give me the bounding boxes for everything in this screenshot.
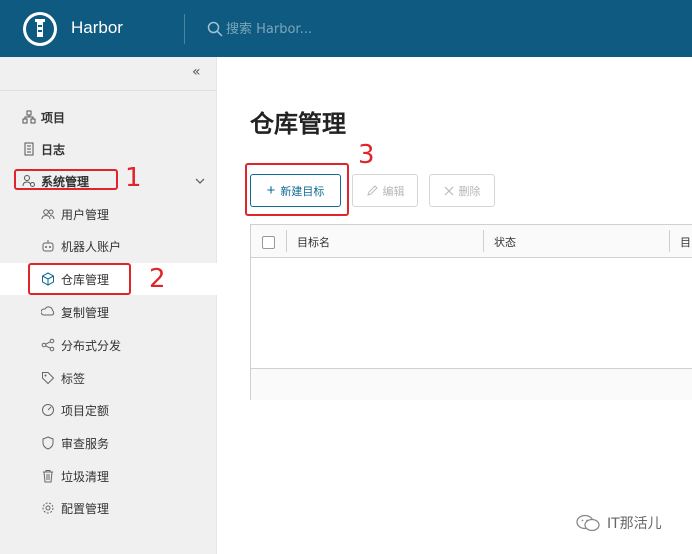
watermark-text: IT那活儿 <box>607 516 662 532</box>
sidebar: « 项目 日志 系统管理 用户管理 机器人账户 仓库管理 复制管理 分布式分发 … <box>0 57 217 554</box>
sidebar-item-label: 项目定额 <box>61 403 110 418</box>
sidebar-item-interrogation[interactable]: 审查服务 <box>0 428 217 458</box>
sidebar-item-label: 垃圾清理 <box>61 469 110 484</box>
chevron-down-icon[interactable] <box>194 175 206 187</box>
shield-icon <box>42 436 54 450</box>
table-footer <box>251 368 692 400</box>
search-icon[interactable] <box>207 21 223 37</box>
sidebar-item-quotas[interactable]: 项目定额 <box>0 395 217 425</box>
column-separator[interactable] <box>483 230 484 252</box>
column-header-status[interactable]: 状态 <box>494 234 516 250</box>
sidebar-divider <box>0 90 217 91</box>
watermark: IT那活儿 <box>575 513 662 533</box>
trash-icon <box>43 470 53 483</box>
robot-icon <box>42 240 54 252</box>
sidebar-item-projects[interactable]: 项目 <box>0 102 217 132</box>
annotation-number-3: 3 <box>358 140 375 170</box>
sidebar-item-robot-accounts[interactable]: 机器人账户 <box>0 231 217 261</box>
table-header: 目标名 状态 目 <box>251 225 692 258</box>
sidebar-item-label: 审查服务 <box>61 436 110 451</box>
sidebar-item-label: 项目 <box>41 110 66 125</box>
wechat-logo-icon <box>576 514 600 532</box>
sidebar-item-users[interactable]: 用户管理 <box>0 199 217 229</box>
app-title[interactable]: Harbor <box>71 18 123 38</box>
annotation-number-2: 2 <box>149 264 166 294</box>
column-header-more[interactable]: 目 <box>680 234 691 250</box>
pencil-icon <box>366 184 378 196</box>
edit-button[interactable]: 编辑 <box>352 174 418 207</box>
sidebar-item-label: 复制管理 <box>61 305 110 320</box>
annotation-box-2 <box>28 263 131 295</box>
edit-label: 编辑 <box>382 185 405 198</box>
sidebar-item-label: 分布式分发 <box>61 338 122 353</box>
gear-icon <box>42 502 54 514</box>
column-separator[interactable] <box>669 230 670 252</box>
annotation-number-1: 1 <box>125 163 142 193</box>
sidebar-item-configuration[interactable]: 配置管理 <box>0 493 217 523</box>
projects-icon <box>22 110 36 124</box>
replication-icon <box>41 306 55 316</box>
sidebar-item-label: 标签 <box>61 371 86 386</box>
endpoints-table: 目标名 状态 目 <box>250 224 692 400</box>
column-separator[interactable] <box>286 230 287 252</box>
sidebar-item-label: 日志 <box>41 142 66 157</box>
sidebar-item-distribution[interactable]: 分布式分发 <box>0 330 217 360</box>
new-endpoint-button[interactable]: + 新建目标 <box>250 174 341 207</box>
sidebar-item-label: 用户管理 <box>61 207 110 222</box>
search-input[interactable] <box>226 19 426 39</box>
tag-icon <box>42 372 55 385</box>
sidebar-item-logs[interactable]: 日志 <box>0 134 217 164</box>
sidebar-item-label: 配置管理 <box>61 501 110 516</box>
app-header: Harbor <box>0 0 692 57</box>
page-title: 仓库管理 <box>250 110 346 138</box>
select-all-checkbox[interactable] <box>262 236 275 249</box>
distribution-icon <box>41 338 55 352</box>
annotation-box-1 <box>14 169 118 190</box>
harbor-logo-icon[interactable] <box>22 11 58 47</box>
sidebar-item-garbage-collection[interactable]: 垃圾清理 <box>0 461 217 491</box>
new-endpoint-label: 新建目标 <box>280 185 325 198</box>
collapse-sidebar-button[interactable]: « <box>192 64 208 80</box>
log-icon <box>24 142 34 156</box>
delete-button[interactable]: 删除 <box>429 174 495 207</box>
header-divider <box>184 14 185 44</box>
plus-icon: + <box>266 182 276 199</box>
column-header-name[interactable]: 目标名 <box>297 234 330 250</box>
sidebar-item-replication[interactable]: 复制管理 <box>0 297 217 327</box>
delete-label: 删除 <box>458 185 481 198</box>
quota-icon <box>42 404 54 416</box>
sidebar-item-labels[interactable]: 标签 <box>0 363 217 393</box>
close-icon <box>444 186 453 195</box>
users-icon <box>41 209 55 220</box>
sidebar-item-label: 机器人账户 <box>61 239 122 254</box>
